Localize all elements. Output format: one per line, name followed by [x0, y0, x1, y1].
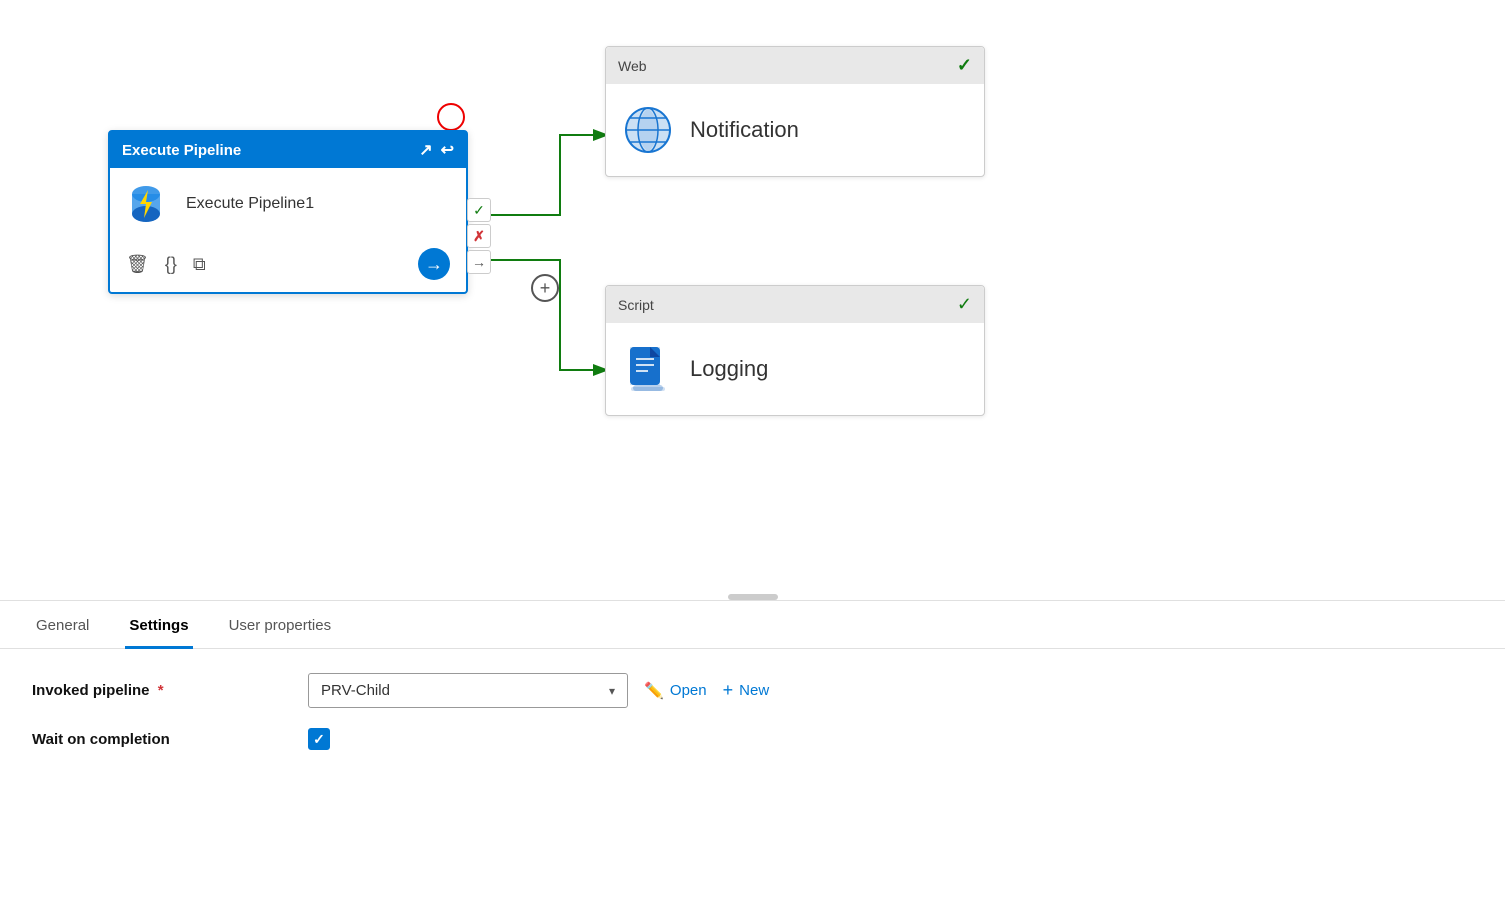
wait-completion-checkbox[interactable]: ✓	[308, 728, 330, 750]
required-star: *	[154, 682, 164, 699]
tab-user-properties[interactable]: User properties	[225, 601, 336, 649]
divider-handle[interactable]	[728, 594, 778, 600]
web-node-body: Notification	[606, 84, 984, 176]
invoked-pipeline-row: Invoked pipeline * PRV-Child ▾ ✏️ Open +…	[32, 673, 1473, 708]
copy-icon[interactable]: ⧉	[193, 254, 206, 275]
new-link[interactable]: + New	[723, 680, 770, 701]
code-icon[interactable]: {}	[165, 254, 177, 275]
pipeline-node-title: Execute Pipeline	[122, 142, 241, 159]
script-node-body: Logging	[606, 323, 984, 415]
tabs-bar: General Settings User properties	[0, 601, 1505, 649]
tab-general[interactable]: General	[32, 601, 93, 649]
web-node-title: Notification	[690, 117, 799, 143]
panel-divider[interactable]	[0, 600, 1505, 601]
script-node-header: Script ✓	[606, 286, 984, 323]
web-notification-node: Web ✓ Notification	[605, 46, 985, 177]
script-logging-node: Script ✓ Logging	[605, 285, 985, 416]
pipeline-node-name: Execute Pipeline1	[186, 195, 314, 213]
success-connector[interactable]: ✓	[467, 198, 491, 222]
settings-form: Invoked pipeline * PRV-Child ▾ ✏️ Open +…	[0, 649, 1505, 794]
undo-icon[interactable]: ↩	[441, 140, 454, 160]
failure-connector[interactable]: ✗	[467, 224, 491, 248]
wait-completion-label: Wait on completion	[32, 731, 292, 748]
script-node-category: Script	[618, 297, 654, 313]
tab-settings[interactable]: Settings	[125, 601, 192, 649]
web-node-category: Web	[618, 58, 647, 74]
go-button[interactable]: →	[418, 248, 450, 280]
script-icon	[622, 343, 674, 395]
invoked-pipeline-controls: PRV-Child ▾ ✏️ Open + New	[308, 673, 769, 708]
chevron-down-icon: ▾	[609, 684, 615, 698]
pipeline-exec-icon-svg	[126, 180, 174, 228]
dropdown-value: PRV-Child	[321, 682, 390, 699]
wait-completion-row: Wait on completion ✓	[32, 728, 1473, 750]
invoked-pipeline-dropdown[interactable]: PRV-Child ▾	[308, 673, 628, 708]
web-node-header: Web ✓	[606, 47, 984, 84]
add-activity-button[interactable]: +	[531, 274, 559, 302]
bottom-panel: General Settings User properties Invoked…	[0, 601, 1505, 794]
script-node-check: ✓	[957, 294, 972, 315]
pipeline-node-footer: 🗑 {} ⧉ →	[110, 240, 466, 292]
open-external-icon[interactable]: ↗	[419, 140, 432, 160]
pipeline-node-body: Execute Pipeline1	[110, 168, 466, 240]
connector-buttons: ✓ ✗ →	[467, 198, 491, 274]
web-node-check: ✓	[957, 55, 972, 76]
open-link[interactable]: ✏️ Open	[644, 681, 707, 701]
invoked-pipeline-label: Invoked pipeline *	[32, 682, 292, 699]
canvas-area: Execute Pipeline ↗ ↩ Execute Pipeline1 🗑…	[0, 0, 1505, 600]
pencil-icon: ✏️	[644, 681, 664, 701]
circle-indicator	[437, 103, 465, 131]
pipeline-node-header: Execute Pipeline ↗ ↩	[110, 132, 466, 168]
completion-connector[interactable]: →	[467, 250, 491, 274]
globe-icon	[622, 104, 674, 156]
script-node-title: Logging	[690, 356, 768, 382]
pipeline-node: Execute Pipeline ↗ ↩ Execute Pipeline1 🗑…	[108, 130, 468, 294]
delete-icon[interactable]: 🗑	[126, 254, 149, 275]
plus-new-icon: +	[723, 680, 734, 701]
